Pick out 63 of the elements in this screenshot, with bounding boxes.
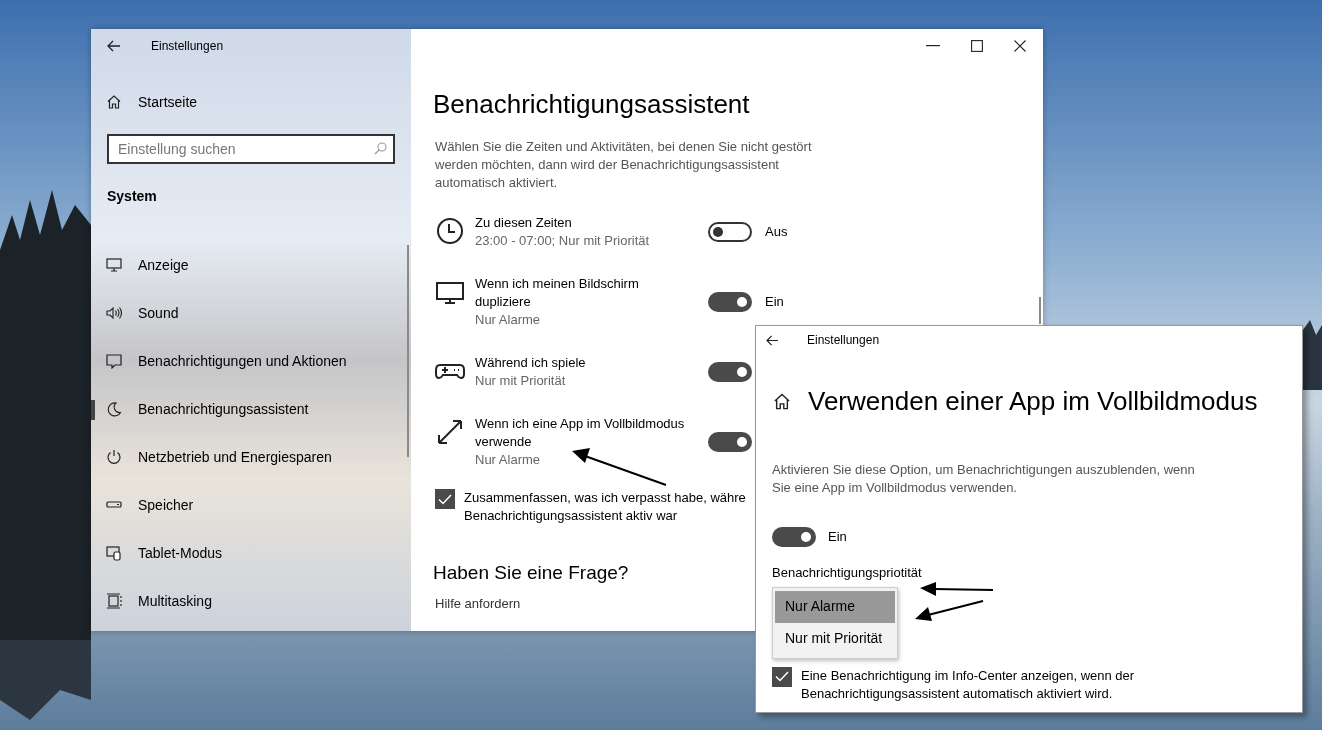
back-arrow-icon[interactable] [107,40,121,52]
field-label: Benachrichtigungspriotität [772,564,923,582]
sidebar-item[interactable]: Netzbetrieb und Energiesparen [91,433,411,481]
toggle-switch[interactable] [772,527,816,547]
toggle-switch[interactable] [708,432,752,452]
sidebar-item[interactable]: Benachrichtigungsassistent [91,385,411,433]
power-icon [106,449,122,465]
tablet-icon [106,545,122,561]
sidebar-item[interactable]: Anzeige [91,241,411,289]
checkbox-label: Eine Benachrichtigung im Info-Center anzeigen, wenn der Benachrichtigungsassistent automatisch aktiviert wird. [801,666,1136,703]
page-heading: Verwenden einer App im Vollbildmodus [808,385,1258,418]
rule-title: Während ich spiele [475,354,587,372]
search-field[interactable]: Einstellung suchen [107,134,395,164]
dropdown-option[interactable]: Nur mit Priorität [775,622,895,655]
speaker-icon [106,305,122,321]
toggle-state: Aus [765,223,788,242]
toggle-state: Ein [765,293,784,312]
section-heading: Haben Sie eine Frage? [433,561,629,585]
rule-subtitle: 23:00 - 07:00; Nur mit Priorität [475,232,651,250]
window-title: Einstellungen [807,332,880,349]
scrollbar[interactable] [407,245,409,457]
rule-subtitle: Nur mit Priorität [475,372,567,390]
checkbox-label: Zusammenfassen, was ich verpasst habe, währe Benachrichtigungsassistent aktiv war [464,489,746,525]
toggle-state: Ein [828,528,847,547]
close-icon[interactable] [1014,40,1026,52]
section-heading: System [107,187,158,206]
display-icon [106,257,122,273]
home-link[interactable]: Startseite [91,78,411,126]
sidebar-item[interactable]: Benachrichtigungen und Aktionen [91,337,411,385]
toggle-switch[interactable] [708,222,752,242]
checkbox[interactable] [772,666,792,687]
sidebar-item[interactable]: Multitasking [91,577,411,625]
annotation-arrow [915,600,984,621]
home-icon [106,94,122,110]
search-icon [374,142,387,155]
page-heading: Benachrichtigungsassistent [433,88,751,121]
window-title: Einstellungen [151,38,224,55]
windows-icon [106,593,122,609]
description-text: Aktivieren Sie diese Option, um Benachrichtigungen auszublenden, wenn Sie eine App im Vollbildmodus verwenden. [772,461,1196,497]
rule-title: Wenn ich meinen Bildschirm dupliziere [475,275,640,311]
home-icon[interactable] [772,392,792,411]
back-arrow-icon[interactable] [766,334,779,346]
maximize-icon[interactable] [971,40,983,52]
moon-icon [106,401,122,417]
rule-title: Wenn ich eine App im Vollbildmodus verwende [475,415,686,451]
description-text: Wählen Sie die Zeiten und Aktivitäten, bei denen Sie nicht gestört werden möchten, dann wird der Benachrichtigungsassistent automatisch aktiviert. [435,138,813,192]
speech-bubble-icon [106,353,122,369]
sidebar-item[interactable]: Sound [91,289,411,337]
rule-title: Zu diesen Zeiten [475,214,573,232]
diagonal-arrows-icon [435,417,465,447]
sidebar-item[interactable]: Tablet-Modus [91,529,411,577]
rule-subtitle: Nur Alarme [475,451,542,469]
clock-icon [435,216,465,246]
toggle-switch[interactable] [708,362,752,382]
selection-indicator [91,400,95,420]
help-link[interactable]: Hilfe anfordern [435,593,521,613]
dropdown-option[interactable]: Nur Alarme [775,590,895,623]
minimize-icon[interactable] [926,45,940,47]
scrollbar[interactable] [1039,297,1041,324]
rule-subtitle: Nur Alarme [475,311,542,329]
checkbox[interactable] [435,489,455,509]
toggle-switch[interactable] [708,292,752,312]
sidebar-item[interactable]: Speicher [91,481,411,529]
